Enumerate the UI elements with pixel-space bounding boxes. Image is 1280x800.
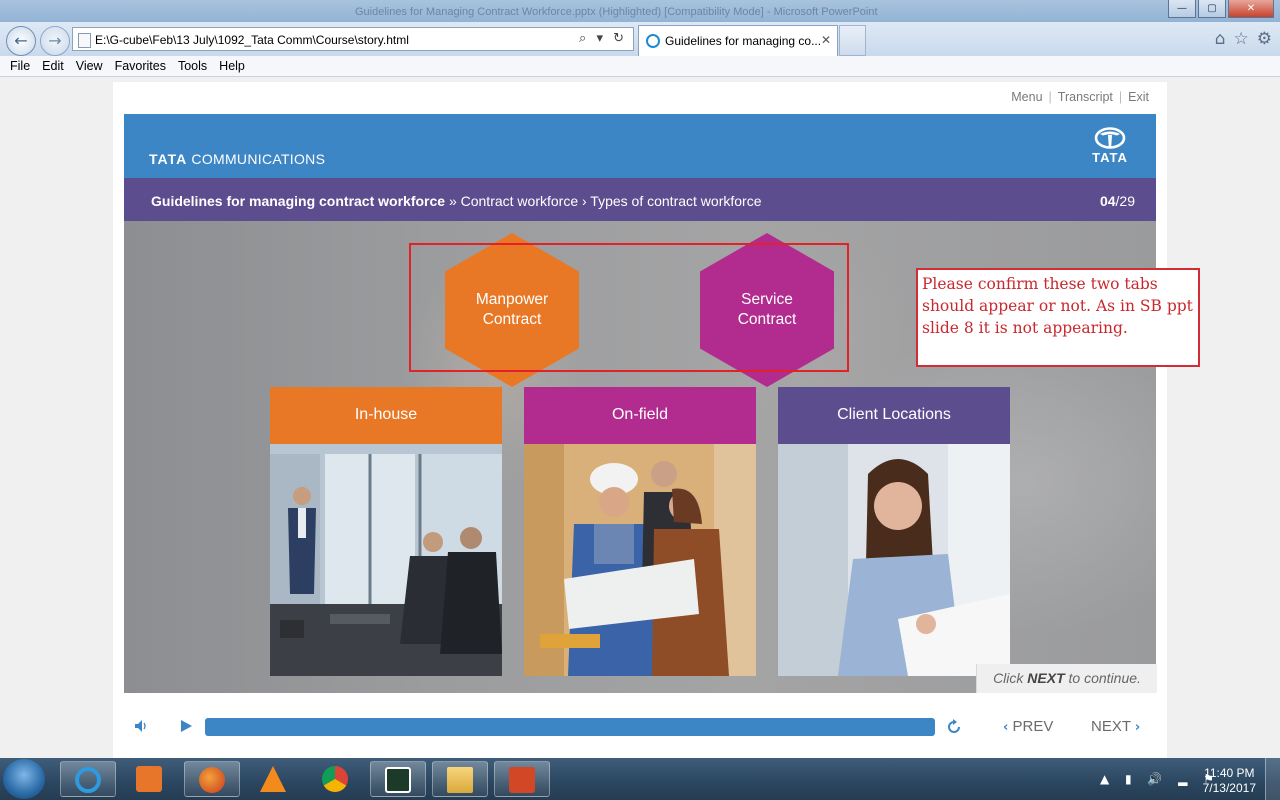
home-icon[interactable]: ⌂ xyxy=(1215,29,1226,49)
settings-gear-icon[interactable]: ⚙ xyxy=(1257,29,1272,49)
windows-start-button[interactable] xyxy=(3,759,45,799)
course-header: TATA COMMUNICATIONS TATA xyxy=(124,114,1156,178)
window-title: Guidelines for Managing Contract Workfor… xyxy=(355,6,878,18)
on-field-card[interactable]: On-field xyxy=(524,387,756,676)
breadcrumb-path: Guidelines for managing contract workfor… xyxy=(151,193,761,209)
taskbar-powerpoint[interactable] xyxy=(494,761,550,797)
menu-edit[interactable]: Edit xyxy=(32,56,64,76)
link-separator: | xyxy=(1048,90,1052,104)
transcript-link[interactable]: Transcript xyxy=(1058,90,1113,104)
tab-title[interactable]: Guidelines for managing co... xyxy=(665,34,821,48)
player-top-links: Menu | Transcript | Exit xyxy=(1011,90,1149,104)
minimize-button[interactable]: — xyxy=(1168,0,1196,18)
chevron-right-icon: › xyxy=(1134,720,1141,735)
menu-tools[interactable]: Tools xyxy=(168,56,207,76)
taskbar-internet-explorer[interactable] xyxy=(60,761,116,797)
address-url[interactable]: E:\G-cube\Feb\13 July\1092_Tata Comm\Cou… xyxy=(95,33,409,47)
menu-favorites[interactable]: Favorites xyxy=(105,56,166,76)
media-player-icon xyxy=(136,766,162,792)
office-meeting-photo xyxy=(270,444,502,676)
close-window-button[interactable]: ✕ xyxy=(1228,0,1274,18)
maximize-button[interactable]: ▢ xyxy=(1198,0,1226,18)
office-woman-photo xyxy=(778,444,1010,676)
clock-date: 7/13/2017 xyxy=(1202,781,1256,795)
tata-emblem-icon xyxy=(1094,127,1126,149)
taskbar-app-s[interactable] xyxy=(370,761,426,797)
menu-view[interactable]: View xyxy=(66,56,103,76)
tata-logo: TATA xyxy=(1089,127,1131,167)
prev-button[interactable]: ‹ PREV xyxy=(1003,718,1053,735)
ie-page-icon xyxy=(646,34,660,48)
card-title: On-field xyxy=(524,387,756,444)
address-tools[interactable]: ⌕ ▾ ↻ xyxy=(579,31,627,46)
taskbar-vlc[interactable] xyxy=(246,761,302,797)
menu-help[interactable]: Help xyxy=(209,56,245,76)
show-desktop-button[interactable] xyxy=(1265,758,1280,800)
construction-workers-photo xyxy=(524,444,756,676)
volume-icon[interactable] xyxy=(134,719,148,733)
next-button[interactable]: NEXT › xyxy=(1091,718,1140,735)
vlc-cone-icon xyxy=(260,766,286,792)
tab-close-icon[interactable]: ✕ xyxy=(821,33,831,47)
breadcrumb-rest: » Contract workforce › Types of contract… xyxy=(445,193,762,209)
menu-bar: File Edit View Favorites Tools Help xyxy=(0,56,1280,77)
review-highlight-box xyxy=(409,243,849,372)
powerpoint-icon xyxy=(509,767,535,793)
continue-hint: Click NEXT to continue. xyxy=(976,664,1157,693)
taskbar-firefox[interactable] xyxy=(184,761,240,797)
replay-icon[interactable] xyxy=(945,718,963,736)
chrome-icon xyxy=(322,766,348,792)
s-app-icon xyxy=(385,767,411,793)
chevron-left-icon: ‹ xyxy=(1003,720,1009,735)
window-controls: — ▢ ✕ xyxy=(1168,0,1274,18)
play-icon[interactable] xyxy=(179,719,193,733)
card-title: Client Locations xyxy=(778,387,1010,444)
internet-explorer-icon xyxy=(75,767,101,793)
card-title: In-house xyxy=(270,387,502,444)
breadcrumb: Guidelines for managing contract workfor… xyxy=(124,178,1156,221)
forward-button[interactable]: → xyxy=(40,26,70,56)
review-note: Please confirm these two tabs should app… xyxy=(916,268,1200,367)
taskbar-media-player[interactable] xyxy=(122,761,178,797)
logo-word: TATA xyxy=(1092,150,1128,165)
in-house-card[interactable]: In-house xyxy=(270,387,502,676)
favorites-star-icon[interactable]: ☆ xyxy=(1234,29,1249,49)
menu-link[interactable]: Menu xyxy=(1011,90,1042,104)
browser-navbar: ← → E:\G-cube\Feb\13 July\1092_Tata Comm… xyxy=(0,22,1280,57)
taskbar-chrome[interactable] xyxy=(308,761,364,797)
page-icon xyxy=(78,33,91,48)
folder-icon xyxy=(447,767,473,793)
brand-wordmark: TATA COMMUNICATIONS xyxy=(149,151,326,167)
back-button[interactable]: ← xyxy=(6,26,36,56)
taskbar-clock[interactable]: 11:40 PM 7/13/2017 xyxy=(1203,766,1256,796)
menu-file[interactable]: File xyxy=(0,56,30,76)
taskbar-explorer[interactable] xyxy=(432,761,488,797)
address-bar[interactable]: E:\G-cube\Feb\13 July\1092_Tata Comm\Cou… xyxy=(72,27,634,51)
client-locations-card[interactable]: Client Locations xyxy=(778,387,1010,676)
exit-link[interactable]: Exit xyxy=(1128,90,1149,104)
course-title: Guidelines for managing contract workfor… xyxy=(151,193,446,209)
page-counter: 04/29 xyxy=(1099,193,1135,209)
taskbar: ▲ ▮ 🔊 ▂ ⚑ 11:40 PM 7/13/2017 xyxy=(0,758,1280,800)
browser-tab[interactable]: Guidelines for managing co... ✕ xyxy=(638,25,838,56)
firefox-icon xyxy=(199,767,225,793)
clock-time: 11:40 PM xyxy=(1204,766,1255,780)
new-tab-button[interactable] xyxy=(839,25,866,56)
link-separator: | xyxy=(1118,90,1123,104)
browser-right-icons: ⌂ ☆ ⚙ xyxy=(1215,29,1272,49)
progress-seekbar[interactable] xyxy=(205,718,935,736)
